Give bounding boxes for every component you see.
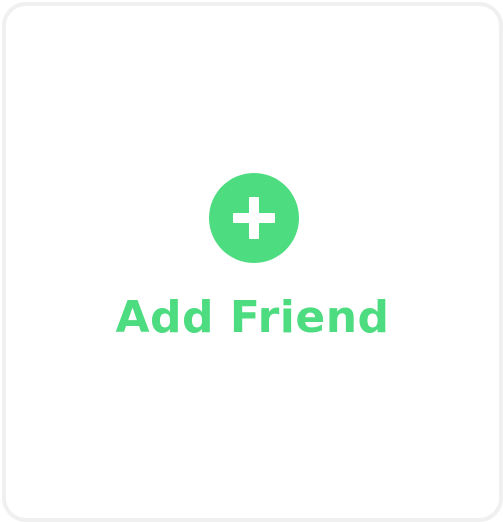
add-friend-label: Add Friend [115,292,390,343]
plus-icon [209,173,299,263]
add-friend-card[interactable]: Add Friend [2,2,503,522]
